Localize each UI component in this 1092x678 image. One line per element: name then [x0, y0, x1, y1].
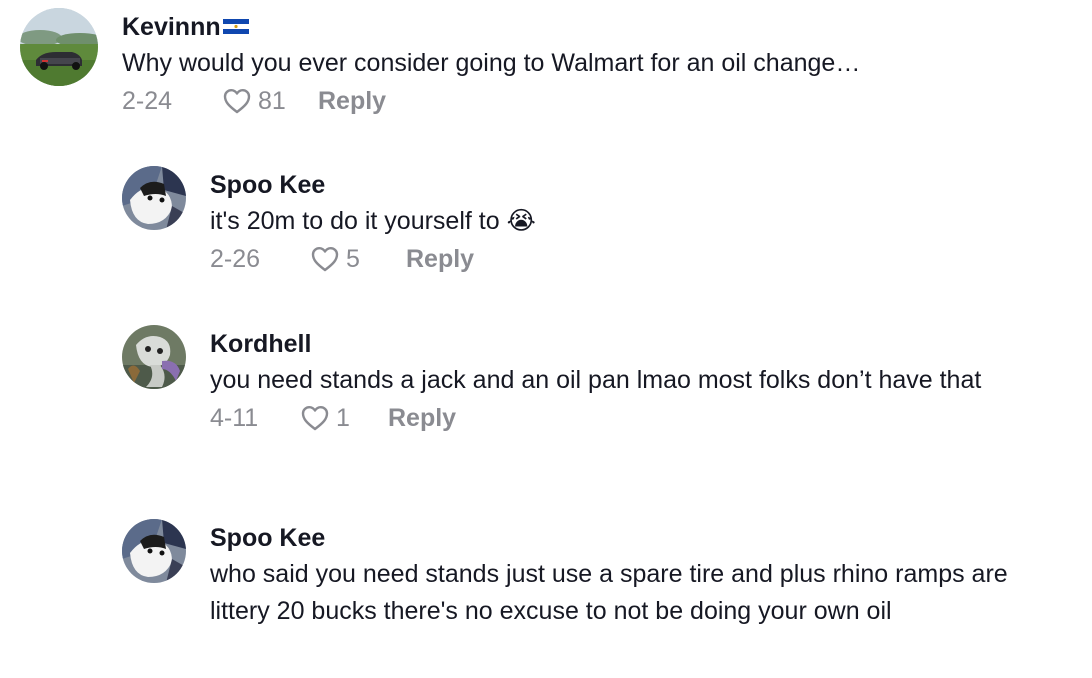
- heart-outline-icon: [301, 406, 329, 431]
- username[interactable]: Spoo Kee: [210, 523, 1070, 553]
- comment-text: it's 20m to do it yourself to 😭: [210, 207, 536, 235]
- avatar[interactable]: [20, 8, 98, 86]
- username[interactable]: Kordhell: [210, 329, 1070, 359]
- like-button[interactable]: 5: [310, 242, 384, 276]
- comment-meta: 2-26 5 Reply: [210, 242, 1070, 276]
- el-salvador-flag-icon: [222, 11, 249, 41]
- like-count: 1: [336, 404, 350, 432]
- comment-date: 2-24: [122, 87, 173, 115]
- comment-text: Why would you ever consider going to Wal…: [122, 49, 861, 77]
- like-count: 81: [258, 87, 286, 115]
- reply-button[interactable]: Reply: [388, 401, 456, 435]
- avatar[interactable]: [122, 325, 186, 389]
- avatar[interactable]: [122, 166, 186, 230]
- comment-meta: 4-11 1 Reply: [210, 401, 1070, 435]
- comment-text: who said you need stands just use a spar…: [210, 560, 1008, 625]
- comment-meta: 2-24 81 Reply: [122, 84, 1072, 118]
- comment-date: 4-11: [210, 404, 259, 432]
- heart-outline-icon: [311, 247, 339, 272]
- reply-button[interactable]: Reply: [318, 84, 386, 118]
- comment-text: you need stands a jack and an oil pan lm…: [210, 366, 982, 394]
- reply-button[interactable]: Reply: [406, 242, 474, 276]
- like-button[interactable]: 1: [300, 401, 360, 435]
- username[interactable]: Kevinnn: [122, 12, 1072, 42]
- heart-outline-icon: [223, 89, 251, 114]
- username[interactable]: Spoo Kee: [210, 170, 1070, 200]
- like-count: 5: [346, 245, 360, 273]
- like-button[interactable]: 81: [222, 84, 296, 118]
- avatar[interactable]: [122, 519, 186, 583]
- comment-date: 2-26: [210, 245, 261, 273]
